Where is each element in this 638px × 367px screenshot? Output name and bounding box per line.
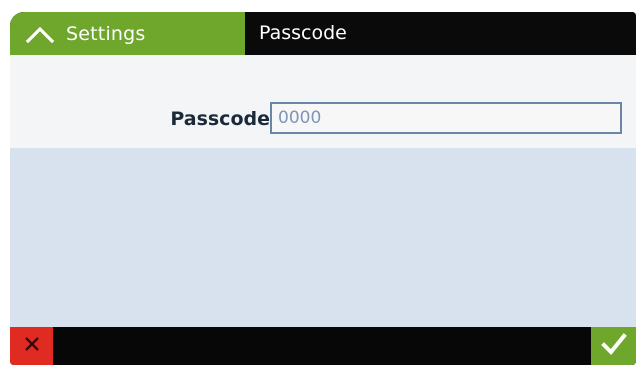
passcode-input[interactable] <box>270 102 622 134</box>
title-bar: Settings Passcode <box>10 12 636 55</box>
confirm-button[interactable] <box>591 327 636 365</box>
passcode-label: Passcode <box>170 108 270 130</box>
content-area: Passcode <box>10 55 636 327</box>
passcode-row: Passcode <box>10 96 636 148</box>
cancel-button[interactable] <box>10 327 53 365</box>
chevron-up-icon <box>22 22 58 46</box>
header-strip <box>10 55 636 96</box>
close-icon <box>23 335 41 357</box>
device-frame: Settings Passcode Passcode <box>0 0 638 367</box>
bottom-bar <box>10 327 636 365</box>
back-to-settings-button[interactable]: Settings <box>10 12 245 55</box>
checkmark-icon <box>600 332 627 360</box>
screen-title: Passcode <box>259 22 347 44</box>
back-button-label: Settings <box>66 22 146 45</box>
touch-screen: Settings Passcode Passcode <box>10 12 636 365</box>
